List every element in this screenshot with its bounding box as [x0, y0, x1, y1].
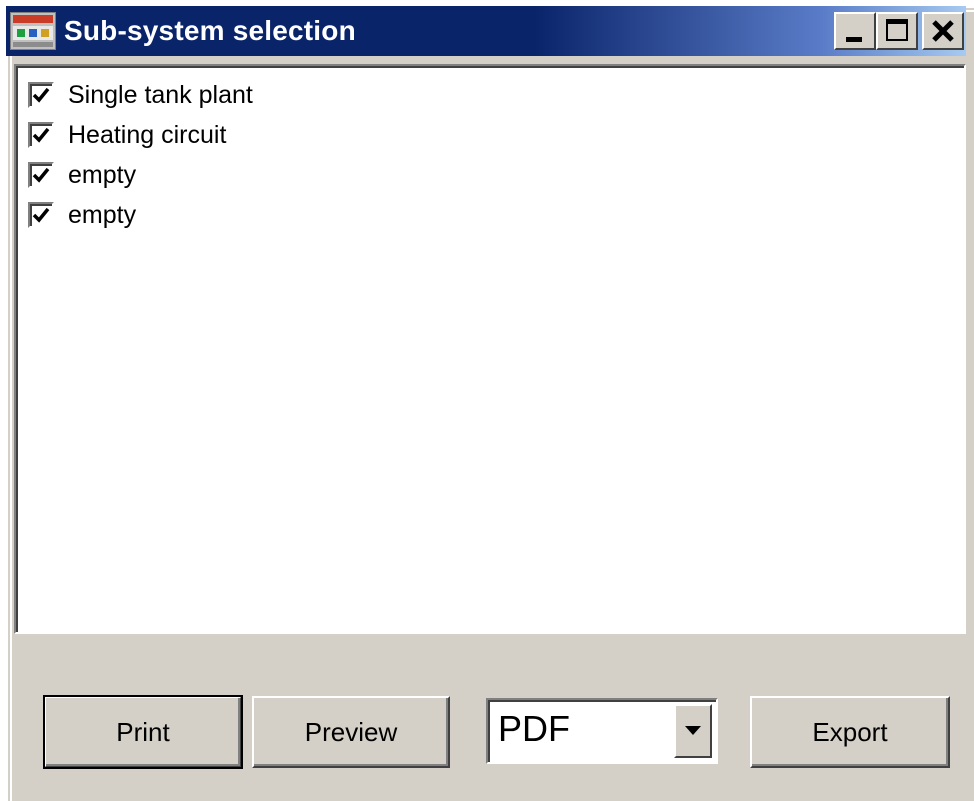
list-item-label: empty: [68, 200, 137, 229]
minimize-icon: [846, 37, 862, 42]
checkmark-icon: [32, 207, 50, 223]
export-button[interactable]: Export: [750, 696, 950, 768]
print-button[interactable]: Print: [43, 695, 243, 769]
list-item[interactable]: Heating circuit: [28, 118, 226, 152]
window-controls: [834, 12, 964, 50]
format-select-value: PDF: [498, 708, 570, 749]
close-icon: [932, 20, 954, 42]
window-title: Sub-system selection: [64, 15, 356, 46]
list-item-label: empty: [68, 160, 137, 189]
app-icon: [10, 12, 56, 50]
checkbox[interactable]: [28, 162, 54, 188]
list-item-label: Single tank plant: [68, 80, 253, 109]
list-item[interactable]: empty: [28, 158, 136, 192]
subsystem-list[interactable]: Single tank plant Heating circuit empty …: [14, 64, 966, 634]
checkbox[interactable]: [28, 122, 54, 148]
maximize-button[interactable]: [876, 12, 918, 50]
list-item-label: Heating circuit: [68, 120, 227, 149]
close-button[interactable]: [922, 12, 964, 50]
format-select-dropdown-button[interactable]: [674, 704, 712, 758]
checkbox[interactable]: [28, 202, 54, 228]
list-item[interactable]: Single tank plant: [28, 78, 253, 112]
checkbox[interactable]: [28, 82, 54, 108]
list-item[interactable]: empty: [28, 198, 136, 232]
title-bar[interactable]: Sub-system selection: [6, 6, 966, 56]
checkmark-icon: [32, 87, 50, 103]
checkmark-icon: [32, 167, 50, 183]
checkmark-icon: [32, 127, 50, 143]
minimize-button[interactable]: [834, 12, 876, 50]
chevron-down-icon: [685, 726, 701, 735]
preview-button[interactable]: Preview: [252, 696, 450, 768]
format-select[interactable]: PDF: [486, 698, 718, 764]
maximize-icon: [886, 19, 908, 41]
